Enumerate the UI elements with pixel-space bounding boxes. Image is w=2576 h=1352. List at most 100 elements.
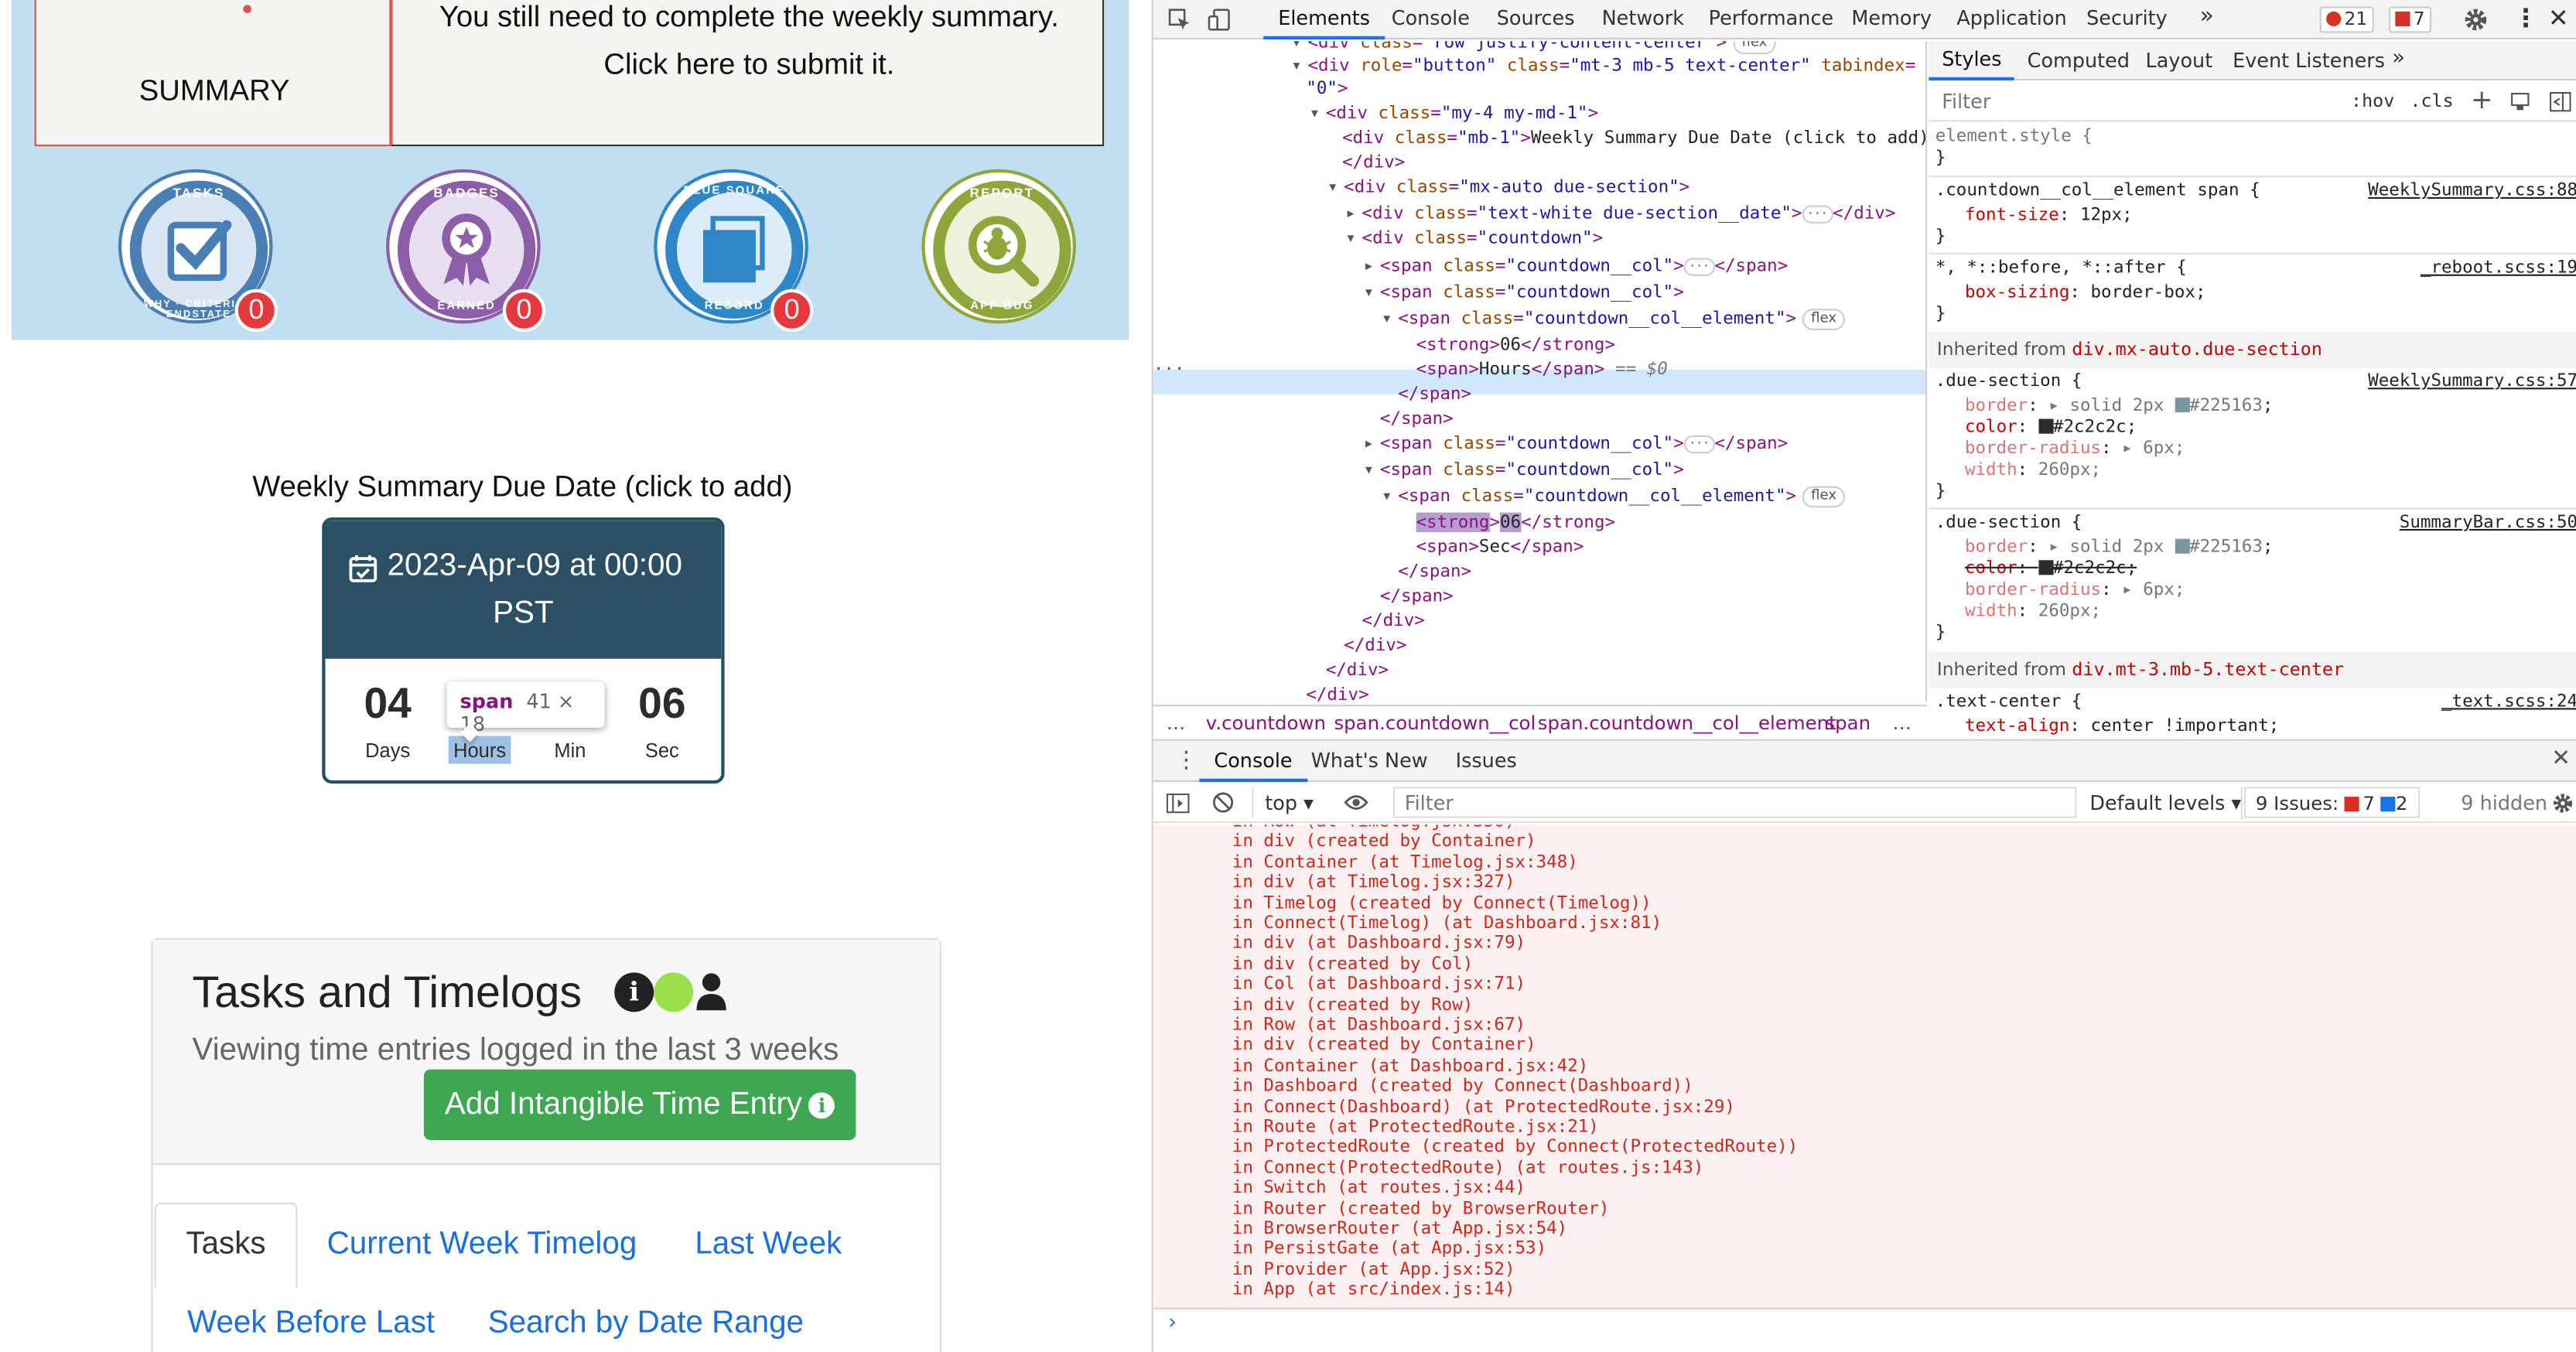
tab-console-drawer[interactable]: Console (1199, 741, 1307, 782)
clear-console-icon[interactable] (1212, 792, 1234, 814)
dom-line[interactable]: </span> (1398, 560, 1471, 585)
console-prompt[interactable]: › (1168, 1311, 1177, 1336)
dom-line[interactable]: </span> (1398, 383, 1471, 408)
tab-styles[interactable]: Styles (1929, 41, 2015, 81)
rule-source-link[interactable]: WeeklySummary.css:57 (2368, 371, 2576, 391)
dom-line[interactable]: <strong>06</strong> (1416, 511, 1615, 536)
dom-line[interactable]: "0"> (1306, 77, 1348, 102)
tab-console[interactable]: Console (1392, 6, 1470, 29)
css-declaration[interactable]: width: 260px; (1965, 460, 2101, 482)
settings-gear-icon[interactable] (2462, 6, 2489, 32)
computed-styles-icon[interactable] (2510, 92, 2530, 111)
tab-tasks[interactable]: Tasks (154, 1202, 298, 1289)
inspect-element-icon[interactable] (1168, 9, 1191, 32)
dom-line[interactable]: <div class="mb-1">Weekly Summary Due Dat… (1342, 127, 1925, 152)
issues-counter[interactable]: 9 Issues: 7 2 (2243, 787, 2420, 818)
info-icon[interactable]: i (614, 972, 654, 1012)
dom-line[interactable]: </div> (1362, 609, 1425, 634)
device-toolbar-icon[interactable] (1208, 9, 1231, 32)
due-date-title[interactable]: Weekly Summary Due Date (click to add) (0, 469, 1045, 504)
dom-line[interactable]: ▸ <div class="text-white due-section__dat… (1345, 202, 1895, 227)
dom-line[interactable]: ▾ <span class="countdown__col"> (1364, 281, 1684, 306)
css-declaration[interactable]: font-size: 12px; (1965, 205, 2133, 227)
rule-source-link[interactable]: WeeklySummary.css:88 (2368, 181, 2576, 200)
class-toggle[interactable]: .cls (2410, 90, 2453, 112)
tab-application[interactable]: Application (1956, 6, 2066, 29)
rule-source-link[interactable]: SummaryBar.css:50 (2400, 513, 2576, 532)
dom-line[interactable]: </div> (1344, 634, 1406, 659)
dom-line[interactable]: <strong>06</strong> (1416, 333, 1615, 358)
dom-line[interactable]: ▾ <span class="countdown__col"> (1364, 459, 1684, 483)
tab-elements[interactable]: Elements (1263, 0, 1385, 39)
color-swatch[interactable] (2038, 418, 2053, 434)
more-panels-icon[interactable]: » (2392, 46, 2405, 70)
tab-network[interactable]: Network (1602, 6, 1684, 29)
tab-security[interactable]: Security (2086, 6, 2168, 29)
dom-line[interactable]: </span> (1380, 408, 1454, 432)
due-section[interactable]: 2023-Apr-09 at 00:00 PST 04 Days Hours M… (322, 517, 725, 784)
dom-line[interactable]: ▾ <div class="my-4 my-md-1"> (1310, 102, 1598, 127)
rule-source-link[interactable]: _reboot.scss:19 (2421, 258, 2576, 277)
rule-source-link[interactable]: _text.scss:24 (2441, 691, 2576, 711)
live-expression-eye-icon[interactable] (1344, 794, 1368, 811)
color-swatch[interactable] (2174, 538, 2190, 554)
log-levels-dropdown[interactable]: Default levels ▾ (2089, 792, 2241, 815)
add-intangible-time-button[interactable]: Add Intangible Time Entry i (423, 1069, 856, 1140)
css-declaration-overridden[interactable]: color: #2c2c2c; (1965, 558, 2137, 580)
breadcrumb-item-selected[interactable]: span (1825, 712, 1871, 735)
dom-line[interactable]: ▾ <div class="mx-auto due-section"> (1327, 176, 1689, 200)
element-style-rule[interactable]: element.style { (1935, 127, 2093, 149)
kebab-menu-icon[interactable]: ⋮ (2513, 3, 2538, 32)
breadcrumb-more-left[interactable]: … (1167, 712, 1185, 735)
css-declaration[interactable]: width: 260px; (1965, 601, 2101, 623)
context-selector[interactable]: top ▾ (1265, 792, 1314, 815)
weekly-summary-reminder[interactable]: You still need to complete the weekly su… (391, 0, 1106, 147)
tab-computed[interactable]: Computed (2028, 50, 2130, 73)
breadcrumb-item[interactable]: span.countdown__col (1334, 712, 1536, 735)
rule-selector[interactable]: .countdown__col__element span { (1935, 181, 2260, 203)
css-declaration[interactable]: border: ▸ solid 2px #225163; (1965, 396, 2274, 418)
error-count-badge[interactable]: 21 (2319, 6, 2374, 33)
css-declaration[interactable]: text-align: center !important; (1965, 716, 2279, 738)
rule-selector[interactable]: .text-center { (1935, 691, 2082, 713)
tab-sources[interactable]: Sources (1497, 6, 1575, 29)
tab-whats-new[interactable]: What's New (1311, 749, 1428, 772)
dom-line[interactable]: </div> (1342, 151, 1405, 176)
dom-line[interactable]: ▾ <span class="countdown__col__element"> f… (1382, 485, 1845, 510)
tab-performance[interactable]: Performance (1709, 6, 1834, 29)
user-icon[interactable] (695, 972, 727, 1012)
drawer-menu-icon[interactable]: ⋮ (1174, 747, 1197, 773)
inherited-element-link[interactable]: div.mx-auto.due-section (2072, 339, 2321, 360)
dom-line[interactable]: ▾ <span class="countdown__col__element"> f… (1382, 307, 1845, 332)
status-dot-icon[interactable] (654, 972, 694, 1012)
breadcrumb-more-right[interactable]: … (1893, 712, 1912, 735)
breadcrumb-item[interactable]: v.countdown (1206, 712, 1326, 735)
rule-selector[interactable]: *, *::before, *::after { (1935, 258, 2187, 279)
add-rule-icon[interactable]: + (2471, 84, 2492, 114)
close-drawer-icon[interactable]: ✕ (2551, 746, 2571, 772)
report-bug-badge[interactable]: REPORT APP BUG (921, 169, 1077, 324)
more-tabs-icon[interactable]: » (2200, 3, 2214, 29)
dom-line[interactable]: </div> (1306, 684, 1368, 702)
summary-card[interactable]: SUMMARY (34, 0, 391, 147)
dom-line-gutter-dots[interactable]: ··· (1153, 358, 1185, 383)
console-error-message[interactable]: in Row (at Timelog.jsx:350)in div (creat… (1153, 825, 2576, 1309)
reminder-link-text[interactable]: Click here to submit it. (393, 48, 1106, 83)
inherited-element-link[interactable]: div.mt-3.mb-5.text-center (2072, 659, 2344, 681)
tab-current-week[interactable]: Current Week Timelog (327, 1227, 637, 1264)
tab-issues[interactable]: Issues (1456, 749, 1517, 772)
tab-layout[interactable]: Layout (2146, 50, 2213, 73)
close-devtools-icon[interactable]: ✕ (2548, 3, 2569, 32)
rule-selector[interactable]: .due-section { (1935, 513, 2082, 534)
toggle-sidebar-icon[interactable] (2549, 91, 2571, 112)
tab-memory[interactable]: Memory (1851, 6, 1932, 29)
dom-line[interactable]: <span>Sec</span> (1416, 535, 1584, 560)
css-declaration[interactable]: border-radius: ▸ 6px; (1965, 580, 2185, 602)
console-settings-icon[interactable] (2551, 792, 2574, 815)
tab-last-week[interactable]: Last Week (695, 1227, 842, 1264)
console-sidebar-icon[interactable] (1166, 793, 1190, 814)
color-swatch[interactable] (2174, 397, 2190, 413)
color-swatch[interactable] (2038, 560, 2053, 575)
tab-event-listeners[interactable]: Event Listeners (2233, 50, 2385, 73)
dom-line[interactable]: ▸ <span class="countdown__col"> ··· </span> (1364, 254, 1788, 279)
